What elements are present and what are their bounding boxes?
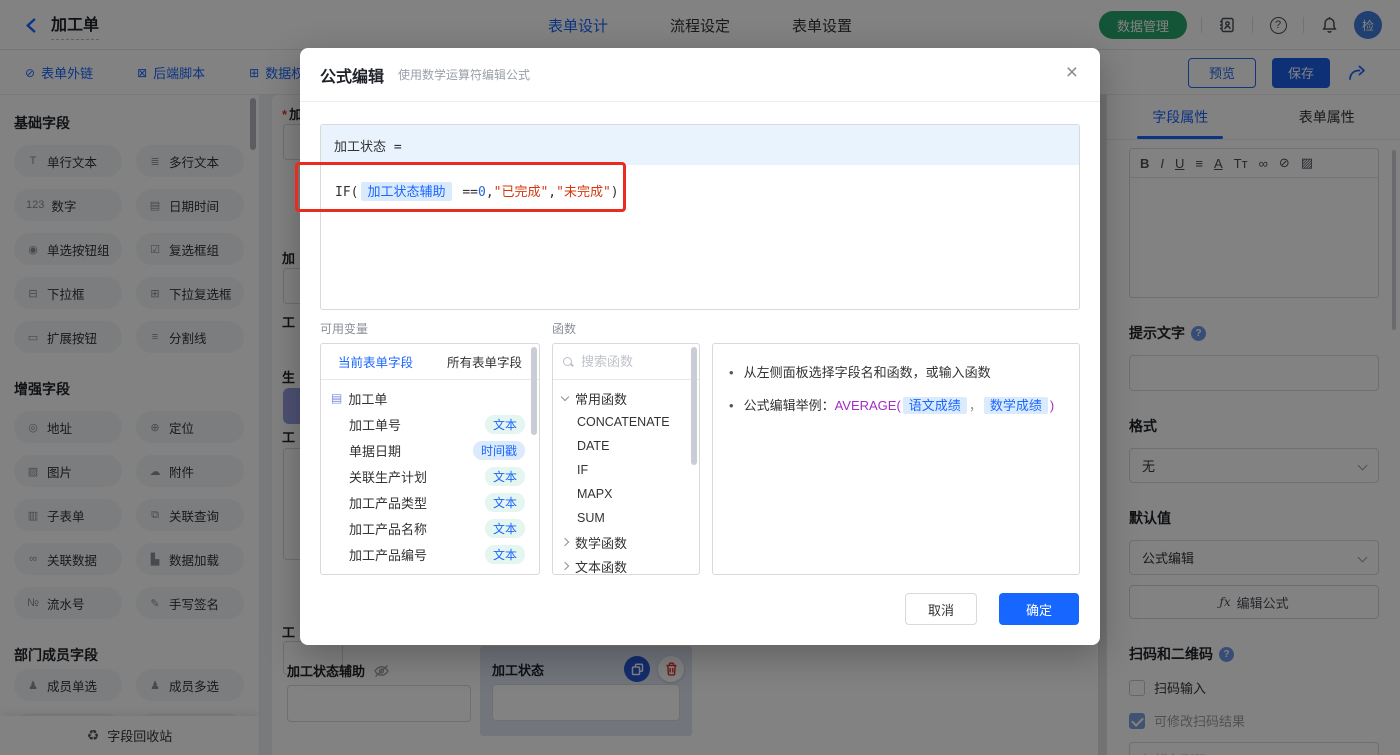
formula-string: "未完成" [556, 185, 611, 200]
close-icon[interactable]: × [1066, 62, 1078, 83]
tip-example-line: • 公式编辑举例：AVERAGE(语文成绩，数学成绩) [729, 397, 1055, 414]
variable-item[interactable]: 加工产品名称 文本 [321, 515, 539, 541]
modal-title: 公式编辑 [320, 68, 385, 86]
variable-item[interactable]: 加工产品类型 文本 [321, 489, 539, 515]
formula-number: 0 [477, 185, 486, 200]
functions-scrollbar[interactable] [691, 347, 697, 465]
search-icon [563, 356, 573, 367]
function-item[interactable]: MAPX [553, 482, 699, 506]
type-badge: 时间戳 [472, 440, 525, 460]
tips-panel: • 从左侧面板选择字段名和函数，或输入函数 • 公式编辑举例：AVERAGE(语文… [712, 343, 1080, 575]
example-field-chip: 语文成绩 [902, 397, 967, 414]
type-badge: 文本 [484, 518, 525, 538]
type-badge: 文本 [484, 492, 525, 512]
variable-item[interactable]: 关联生产计划 文本 [321, 463, 539, 489]
functions-label: 函数 [552, 322, 577, 336]
tab-current-form-fields[interactable]: 当前表单字段 [321, 344, 430, 379]
confirm-button[interactable]: 确定 [999, 593, 1079, 625]
function-group-common[interactable]: 常用函数 [553, 386, 699, 410]
example-field-chip: 数学成绩 [983, 397, 1048, 414]
type-badge: 文本 [484, 544, 525, 564]
formula-target-label: 加工状态 = [321, 125, 1079, 165]
chevron-right-icon [560, 561, 570, 571]
function-group-math[interactable]: 数学函数 [553, 530, 699, 554]
variable-item[interactable]: 单据日期 时间戳 [321, 437, 539, 463]
chevron-right-icon [560, 537, 570, 547]
function-item[interactable]: CONCATENATE [553, 410, 699, 434]
example-function: AVERAGE( [834, 398, 901, 413]
variable-item[interactable]: 加工单号 文本 [321, 411, 539, 437]
variable-group[interactable]: ▤ 加工单 [321, 385, 539, 411]
formula-close: ) [610, 185, 619, 200]
form-doc-icon: ▤ [331, 391, 343, 405]
formula-expression[interactable]: IF(加工状态辅助 ==0,"已完成","未完成") [321, 165, 1079, 216]
field-chip[interactable]: 加工状态辅助 [361, 182, 452, 201]
formula-fn: IF( [335, 185, 359, 200]
tab-all-form-fields[interactable]: 所有表单字段 [430, 344, 539, 379]
variables-panel: 当前表单字段 所有表单字段 ▤ 加工单 加工单号 文本 单据日期 时间戳 关联生产计… [320, 343, 540, 575]
formula-editor-modal: 公式编辑 使用数学运算符编辑公式 × 加工状态 = IF(加工状态辅助 ==0,… [300, 48, 1100, 645]
variables-label: 可用变量 [320, 322, 369, 336]
modal-subtitle: 使用数学运算符编辑公式 [398, 68, 531, 82]
variable-item[interactable]: 加工产品编号 文本 [321, 541, 539, 567]
function-search[interactable] [553, 344, 699, 380]
variables-scrollbar[interactable] [531, 347, 537, 435]
app: 加工单 表单设计 流程设定 表单设置 数据管理 ? 检 ⊘ 表单外链 ⊠ 后端脚… [0, 0, 1400, 755]
tip-line: • 从左侧面板选择字段名和函数，或输入函数 [729, 365, 991, 380]
function-item[interactable]: DATE [553, 434, 699, 458]
function-item[interactable]: IF [553, 458, 699, 482]
cancel-button[interactable]: 取消 [905, 593, 977, 625]
function-search-input[interactable] [581, 354, 681, 369]
function-item[interactable]: SUM [553, 506, 699, 530]
formula-op: == [454, 185, 478, 200]
function-group-text[interactable]: 文本函数 [553, 554, 699, 574]
formula-editor[interactable]: 加工状态 = IF(加工状态辅助 ==0,"已完成","未完成") [320, 124, 1080, 310]
functions-panel: 常用函数 CONCATENATE DATE IF MAPX SUM 数学函数 文… [552, 343, 700, 575]
type-badge: 文本 [484, 466, 525, 486]
formula-string: "已完成" [493, 185, 549, 200]
type-badge: 文本 [484, 414, 525, 434]
chevron-down-icon [560, 392, 570, 401]
modal-header: 公式编辑 使用数学运算符编辑公式 × [300, 48, 1100, 102]
